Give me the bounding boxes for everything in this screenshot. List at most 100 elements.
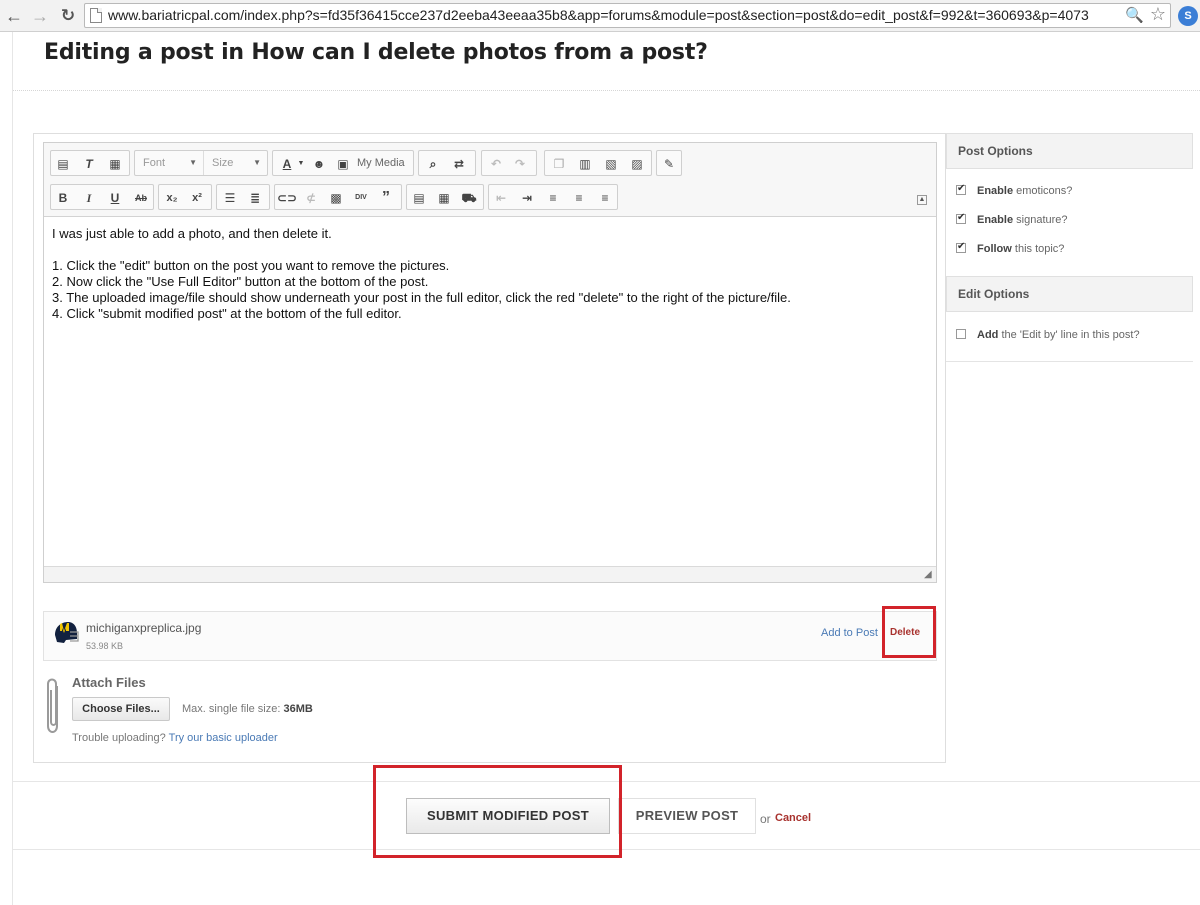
max-size-value: 36MB <box>283 703 313 715</box>
reload-icon[interactable]: ↻ <box>58 6 78 26</box>
back-arrow-icon[interactable]: ← <box>4 6 24 26</box>
size-chevron-down-icon: ▼ <box>253 158 261 167</box>
add-to-post-link[interactable]: Add to Post <box>821 627 878 639</box>
bullet-list-icon[interactable]: ☰ <box>220 188 240 208</box>
bold-icon[interactable]: B <box>53 188 73 208</box>
resize-handle-icon[interactable]: ◢ <box>924 570 934 580</box>
paste-plain-icon[interactable]: ▨ <box>627 154 647 174</box>
paperclip-icon <box>47 678 58 733</box>
page-title: Editing a post in How can I delete photo… <box>44 40 708 65</box>
align-left-icon[interactable]: ≡ <box>543 188 563 208</box>
source-icon[interactable]: ▤ <box>53 154 73 174</box>
content-line: I was just able to add a photo, and then… <box>52 226 332 241</box>
toolbar-group-script: x₂ x² <box>158 184 212 210</box>
outdent-icon[interactable]: ⇤ <box>491 188 511 208</box>
toolbar-group-align: ⇤ ⇥ ≡ ≡ ≡ <box>488 184 618 210</box>
wrench-icon[interactable]: ✎ <box>659 154 679 174</box>
superscript-icon[interactable]: x² <box>187 188 207 208</box>
align-center-icon[interactable]: ≡ <box>569 188 589 208</box>
option-label: this topic? <box>1014 243 1065 255</box>
toolbar-group-lists: ☰ ≣ <box>216 184 270 210</box>
toolbar-group-tools: ✎ <box>656 150 682 176</box>
edit-by-line-checkbox[interactable] <box>956 329 966 339</box>
underline-icon[interactable]: U <box>105 188 125 208</box>
save-icon[interactable]: ▣ <box>333 154 353 174</box>
editor-content[interactable]: I was just able to add a photo, and then… <box>52 226 932 322</box>
submit-highlight-box <box>373 765 622 858</box>
extension-icon[interactable]: S <box>1178 6 1198 26</box>
toolbar-group-history: ↶ ↷ <box>481 150 537 176</box>
option-bold-label: Enable <box>977 214 1014 226</box>
page-break-icon[interactable]: ▦ <box>434 188 454 208</box>
address-bar[interactable]: www.bariatricpal.com/index.php?s=fd35f36… <box>84 3 1171 28</box>
font-select[interactable]: Font ▼ <box>135 151 203 175</box>
toolbar-group-blocks: ▤ ▦ ⛟ <box>406 184 484 210</box>
toolbar-group-source: ▤ T ▦ <box>50 150 130 176</box>
italic-icon[interactable]: I <box>79 188 99 208</box>
browser-chrome: ← → ↻ www.bariatricpal.com/index.php?s=f… <box>0 0 1200 32</box>
paste-text-icon[interactable]: ▦ <box>105 154 125 174</box>
undo-icon[interactable]: ↶ <box>486 154 506 174</box>
redo-icon[interactable]: ↷ <box>510 154 530 174</box>
numbered-list-icon[interactable]: ≣ <box>245 188 265 208</box>
edit-by-line-option[interactable]: Add the 'Edit by' line in this post? <box>956 329 1140 341</box>
size-select-label: Size <box>212 157 234 169</box>
choose-files-button[interactable]: Choose Files... <box>72 697 170 721</box>
basic-uploader-link[interactable]: Try our basic uploader <box>169 732 278 744</box>
my-media-button[interactable]: My Media <box>357 151 405 175</box>
replace-icon[interactable]: ⇄ <box>449 154 469 174</box>
bookmark-star-icon[interactable]: ☆ <box>1150 4 1166 25</box>
cancel-link[interactable]: Cancel <box>775 812 811 824</box>
paint-icon[interactable]: ⛟ <box>459 188 479 208</box>
enable-signature-option[interactable]: Enable signature? <box>956 212 1068 226</box>
paste-word-icon[interactable]: ▧ <box>601 154 621 174</box>
content-line <box>52 242 932 258</box>
page-icon <box>90 8 102 23</box>
or-text: or <box>760 812 771 826</box>
edit-options-header: Edit Options <box>946 276 1193 312</box>
unlink-icon[interactable]: ⊄ <box>301 188 321 208</box>
option-bold-label: Add <box>977 329 999 341</box>
content-line: 1. Click the "edit" button on the post y… <box>52 258 450 273</box>
enable-emoticons-checkbox[interactable] <box>956 183 966 195</box>
page-left-border <box>12 32 13 905</box>
remove-format-icon[interactable]: T <box>79 154 99 174</box>
image-icon[interactable]: ▩ <box>326 188 346 208</box>
enable-emoticons-option[interactable]: Enable emoticons? <box>956 183 1073 197</box>
toolbar-group-find: ⌕ ⇄ <box>418 150 476 176</box>
toolbar-group-format: B I U Ab <box>50 184 154 210</box>
toolbar-group-clipboard: ❐ ▥ ▧ ▨ <box>544 150 652 176</box>
option-label: emoticons? <box>1016 185 1073 197</box>
paste-icon[interactable]: ▥ <box>575 154 595 174</box>
url-text[interactable]: www.bariatricpal.com/index.php?s=fd35f36… <box>108 7 1128 23</box>
options-sidebar: Post Options Enable emoticons? Enable si… <box>946 133 1200 763</box>
content-line: 2. Now click the "Use Full Editor" butto… <box>52 274 429 289</box>
option-label: signature? <box>1016 214 1068 226</box>
follow-topic-checkbox[interactable] <box>956 241 966 253</box>
zoom-icon[interactable]: 🔍 <box>1125 6 1144 24</box>
enable-signature-checkbox[interactable] <box>956 212 966 224</box>
strikethrough-icon[interactable]: Ab <box>131 188 151 208</box>
sidebar-divider <box>946 361 1193 362</box>
copy-icon[interactable]: ❐ <box>549 154 569 174</box>
preview-post-button[interactable]: PREVIEW POST <box>618 798 756 834</box>
emoticon-icon[interactable]: ☻ <box>309 154 329 174</box>
quote-icon[interactable]: ” <box>376 188 396 208</box>
spoiler-icon[interactable]: ▤ <box>409 188 429 208</box>
forward-arrow-icon[interactable]: → <box>30 6 50 26</box>
subscript-icon[interactable]: x₂ <box>162 188 182 208</box>
code-icon[interactable]: DIV <box>351 188 371 208</box>
find-icon[interactable]: ⌕ <box>423 154 443 174</box>
toolbar-collapse-icon[interactable]: ▲ <box>917 195 927 205</box>
delete-highlight-box <box>882 606 936 658</box>
trouble-uploading-text: Trouble uploading? <box>72 732 166 744</box>
indent-icon[interactable]: ⇥ <box>517 188 537 208</box>
link-icon[interactable]: ⊂⊃ <box>277 188 297 208</box>
content-line: 3. The uploaded image/file should show u… <box>52 290 791 305</box>
color-chevron-down-icon[interactable]: ▼ <box>291 154 311 174</box>
follow-topic-option[interactable]: Follow this topic? <box>956 241 1065 255</box>
align-right-icon[interactable]: ≡ <box>595 188 615 208</box>
title-divider <box>13 90 1200 91</box>
size-select[interactable]: Size ▼ <box>203 151 267 175</box>
attachment-file-size: 53.98 KB <box>86 641 124 651</box>
